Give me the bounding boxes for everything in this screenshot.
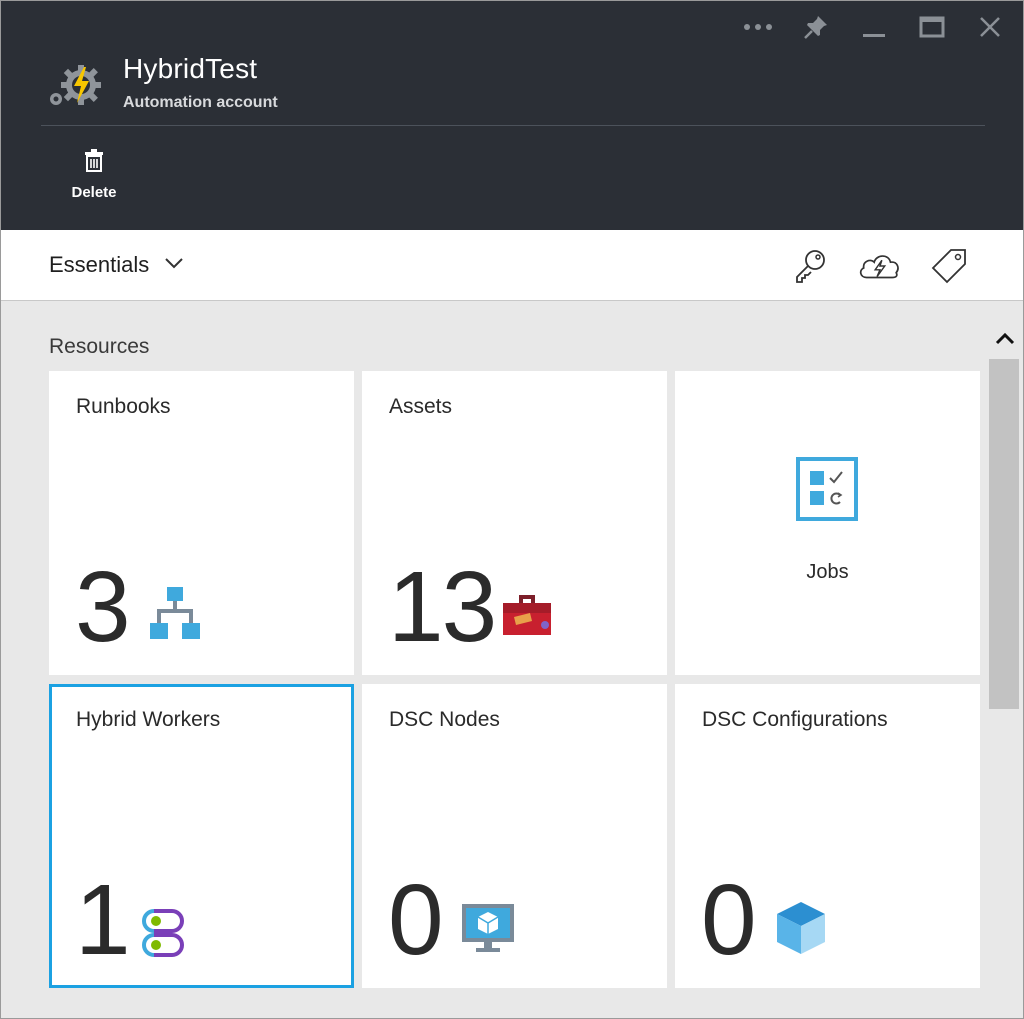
blade-subtitle: Automation account bbox=[123, 94, 278, 111]
tag-icon[interactable] bbox=[927, 246, 971, 286]
automation-gear-icon bbox=[45, 59, 105, 111]
scrollbar-thumb[interactable] bbox=[989, 359, 1019, 709]
pin-icon[interactable] bbox=[797, 11, 835, 43]
resources-section: Resources Runbooks 3 Assets 13 Jobs Hybr… bbox=[1, 301, 987, 1018]
tile-count: 0 bbox=[701, 864, 757, 976]
header-divider bbox=[41, 125, 985, 126]
automation-account-blade: HybridTest Automation account Delete Ess… bbox=[0, 0, 1024, 1019]
close-icon[interactable] bbox=[971, 11, 1009, 43]
tile-label: Assets bbox=[389, 395, 453, 418]
tile-label: Runbooks bbox=[76, 395, 171, 418]
tile-label: Hybrid Workers bbox=[76, 708, 221, 731]
cloud-icon[interactable] bbox=[857, 246, 901, 286]
essentials-label: Essentials bbox=[49, 252, 150, 277]
resources-heading: Resources bbox=[49, 335, 150, 358]
minimize-icon[interactable] bbox=[855, 11, 893, 43]
essentials-bar: Essentials bbox=[1, 230, 1023, 301]
more-options-icon[interactable] bbox=[739, 11, 777, 43]
scroll-up-icon[interactable] bbox=[993, 327, 1017, 351]
delete-label: Delete bbox=[71, 184, 117, 201]
blade-header: HybridTest Automation account Delete bbox=[1, 1, 1023, 230]
runbook-hierarchy-icon bbox=[149, 587, 201, 646]
toolbox-icon bbox=[502, 591, 552, 642]
trash-icon bbox=[84, 149, 104, 178]
tile-hybrid-workers[interactable]: Hybrid Workers 1 bbox=[49, 684, 354, 988]
tile-count: 1 bbox=[75, 864, 131, 976]
tile-assets[interactable]: Assets 13 bbox=[362, 371, 667, 675]
essentials-toggle[interactable]: Essentials bbox=[49, 252, 183, 278]
dsc-node-monitor-icon bbox=[460, 902, 516, 959]
delete-button[interactable]: Delete bbox=[59, 141, 129, 211]
tile-label: DSC Configurations bbox=[702, 708, 888, 731]
blade-title: HybridTest bbox=[123, 53, 258, 84]
tile-count: 3 bbox=[75, 551, 131, 663]
tile-count: 0 bbox=[388, 864, 444, 976]
maximize-icon[interactable] bbox=[913, 11, 951, 43]
tile-label: DSC Nodes bbox=[389, 708, 500, 731]
tile-dsc-configurations[interactable]: DSC Configurations 0 bbox=[675, 684, 980, 988]
key-icon[interactable] bbox=[787, 246, 831, 286]
chevron-down-icon bbox=[165, 256, 183, 274]
window-controls bbox=[719, 11, 1009, 43]
jobs-checklist-icon bbox=[796, 457, 858, 526]
tile-count: 13 bbox=[388, 551, 497, 663]
tile-jobs[interactable]: Jobs bbox=[675, 371, 980, 675]
vertical-scrollbar[interactable] bbox=[989, 359, 1021, 1018]
dsc-configuration-cube-icon bbox=[775, 900, 827, 961]
hybrid-worker-icon bbox=[136, 905, 188, 966]
tile-label: Jobs bbox=[806, 561, 849, 583]
tile-runbooks[interactable]: Runbooks 3 bbox=[49, 371, 354, 675]
tile-dsc-nodes[interactable]: DSC Nodes 0 bbox=[362, 684, 667, 988]
